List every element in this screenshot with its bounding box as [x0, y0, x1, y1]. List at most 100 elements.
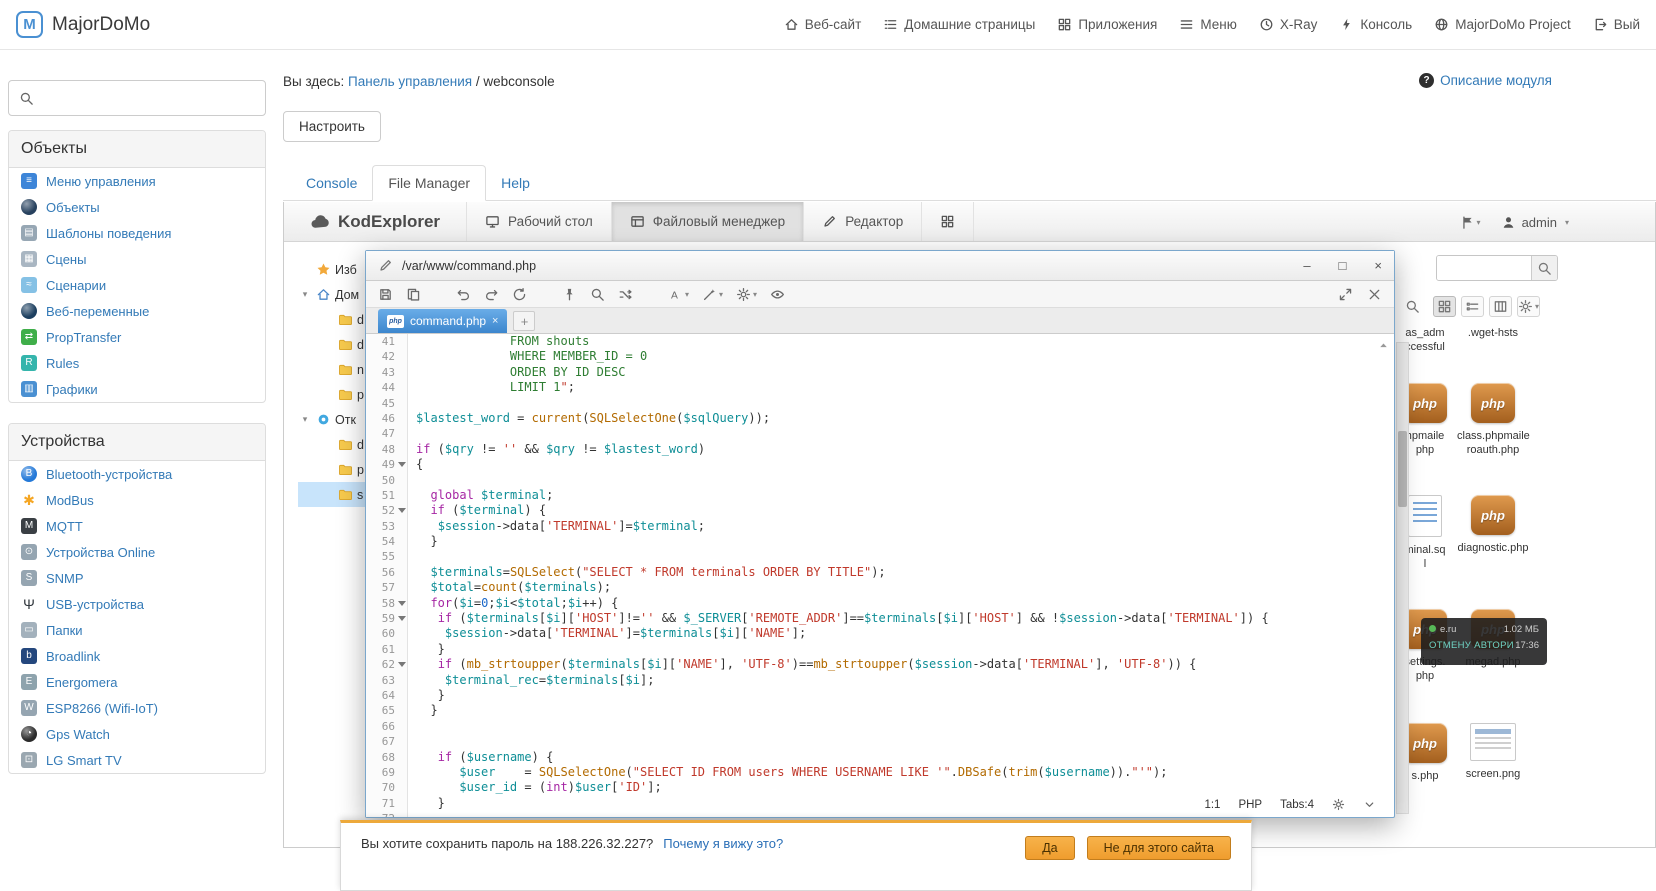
- redo-button[interactable]: [484, 287, 499, 302]
- sidebar-item[interactable]: EEnergomera: [9, 669, 265, 695]
- sidebar-item[interactable]: ▦Сцены: [9, 246, 265, 272]
- view-settings-button[interactable]: ▾: [1517, 296, 1540, 317]
- language-mode[interactable]: PHP: [1238, 799, 1262, 811]
- user-menu-button[interactable]: admin ▾: [1501, 215, 1569, 230]
- sidebar-item[interactable]: ◔Gps Watch: [9, 721, 265, 747]
- columns-view-button[interactable]: [1489, 296, 1512, 317]
- fullscreen-button[interactable]: [1338, 287, 1353, 302]
- sidebar-item-label: Веб-переменные: [46, 304, 149, 319]
- file-search-input[interactable]: [1437, 256, 1531, 280]
- undo-button[interactable]: [456, 287, 471, 302]
- topnav-item[interactable]: Вый: [1593, 17, 1640, 32]
- tab-file-manager[interactable]: File Manager: [372, 165, 486, 201]
- chevron-down-icon[interactable]: [1363, 798, 1376, 811]
- save-icon: [378, 287, 393, 302]
- preview-button[interactable]: [770, 287, 785, 302]
- settings-icon[interactable]: [1332, 798, 1345, 811]
- tab-console[interactable]: Console: [291, 166, 372, 200]
- scroll-up-icon[interactable]: [1377, 339, 1390, 352]
- file-list-scrollbar[interactable]: [1396, 342, 1409, 814]
- file-item[interactable]: .wget-hsts: [1457, 326, 1529, 340]
- sidebar-item[interactable]: ⇄PropTransfer: [9, 324, 265, 350]
- tab-size[interactable]: Tabs:4: [1280, 799, 1314, 811]
- sidebar-item[interactable]: RRules: [9, 350, 265, 376]
- sidebar-item[interactable]: ▭Папки: [9, 617, 265, 643]
- close-tab-icon[interactable]: ×: [492, 315, 498, 327]
- sidebar-item[interactable]: ✱ModBus: [9, 487, 265, 513]
- sidebar-item[interactable]: BBluetooth-устройства: [9, 461, 265, 487]
- fold-marker-icon[interactable]: [398, 662, 406, 667]
- topnav-item[interactable]: Веб-сайт: [784, 17, 862, 32]
- toast-action[interactable]: ОТМЕНУ АВТОРИ: [1429, 640, 1514, 651]
- sidebar-search-input[interactable]: [43, 90, 255, 107]
- fold-marker-icon[interactable]: [398, 508, 406, 513]
- file-search-button[interactable]: [1531, 256, 1557, 280]
- zoom-button[interactable]: [1401, 296, 1424, 317]
- topnav-item[interactable]: Консоль: [1339, 17, 1412, 32]
- fold-marker-icon[interactable]: [398, 601, 406, 606]
- sidebar-item[interactable]: ▤Шаблоны поведения: [9, 220, 265, 246]
- download-toast[interactable]: e.ru 1.02 МБ ОТМЕНУ АВТОРИ 17:36: [1421, 618, 1547, 665]
- file-search[interactable]: [1436, 255, 1558, 281]
- sidebar-item[interactable]: ≈Сценарии: [9, 272, 265, 298]
- not-for-this-site-button[interactable]: Не для этого сайта: [1087, 836, 1231, 860]
- search-button[interactable]: [590, 287, 605, 302]
- close-button[interactable]: ×: [1374, 259, 1382, 272]
- brand[interactable]: M MajorDoMo: [16, 11, 150, 38]
- sidebar-item[interactable]: bBroadlink: [9, 643, 265, 669]
- breadcrumb-link[interactable]: Панель управления: [348, 74, 472, 89]
- topnav-item[interactable]: X-Ray: [1259, 17, 1318, 32]
- kodexplorer-brand[interactable]: KodExplorer: [284, 202, 466, 241]
- sidebar-item[interactable]: SSNMP: [9, 565, 265, 591]
- settings-button[interactable]: ▾: [736, 287, 757, 302]
- sidebar-item[interactable]: Веб-переменные: [9, 298, 265, 324]
- code-area[interactable]: 4142434445464748495051525354555657585960…: [366, 334, 1394, 817]
- close-button[interactable]: [1367, 287, 1382, 302]
- topnav-item[interactable]: Меню: [1179, 17, 1237, 32]
- sidebar-item[interactable]: ≡Меню управления: [9, 168, 265, 194]
- refresh-button[interactable]: [512, 287, 527, 302]
- sidebar-item[interactable]: ▥Графики: [9, 376, 265, 402]
- pin-button[interactable]: [562, 287, 577, 302]
- file-item[interactable]: phpdiagnostic.php: [1457, 495, 1529, 555]
- sidebar-search[interactable]: [8, 80, 266, 116]
- language-flag-button[interactable]: ▾: [1460, 215, 1481, 230]
- save-password-yes-button[interactable]: Да: [1025, 836, 1074, 860]
- topnav-item[interactable]: Приложения: [1057, 17, 1157, 32]
- module-description-link[interactable]: ? Описание модуля: [1419, 73, 1552, 88]
- kod-menu-item[interactable]: Файловый менеджер: [611, 202, 803, 241]
- font-button[interactable]: A▾: [668, 287, 689, 302]
- list-view-button[interactable]: [1461, 296, 1484, 317]
- file-item[interactable]: screen.png: [1457, 723, 1529, 781]
- file-item[interactable]: phpclass.phpmaileroauth.php: [1457, 383, 1529, 457]
- save-button[interactable]: [378, 287, 393, 302]
- replace-button[interactable]: [618, 287, 633, 302]
- fold-marker-icon[interactable]: [398, 462, 406, 467]
- grid-view-button[interactable]: [1433, 296, 1456, 317]
- sidebar-item[interactable]: WESP8266 (Wifi-IoT): [9, 695, 265, 721]
- gutter-line: 71: [366, 796, 407, 811]
- editor-tab-command-php[interactable]: php command.php ×: [378, 309, 507, 333]
- new-tab-button[interactable]: +: [513, 311, 535, 331]
- sidebar-item[interactable]: ⊙Устройства Online: [9, 539, 265, 565]
- scrollbar-thumb[interactable]: [1398, 431, 1407, 507]
- editor-titlebar[interactable]: /var/www/command.php –□×: [366, 251, 1394, 281]
- apps-grid-button[interactable]: [921, 202, 974, 241]
- code-lines[interactable]: FROM shouts WHERE MEMBER_ID = 0 ORDER BY…: [408, 334, 1394, 817]
- why-am-i-seeing-this-link[interactable]: Почему я вижу это?: [663, 836, 783, 851]
- magic-button[interactable]: ▾: [702, 287, 723, 302]
- kod-menu-item[interactable]: Рабочий стол: [466, 202, 611, 241]
- maximize-button[interactable]: □: [1339, 259, 1347, 272]
- paste-button[interactable]: [406, 287, 421, 302]
- minimize-button[interactable]: –: [1303, 259, 1310, 272]
- sidebar-item[interactable]: Объекты: [9, 194, 265, 220]
- sidebar-item[interactable]: MMQTT: [9, 513, 265, 539]
- topnav-item[interactable]: MajorDoMo Project: [1434, 17, 1571, 32]
- sidebar-item[interactable]: ΨUSB-устройства: [9, 591, 265, 617]
- topnav-item[interactable]: Домашние страницы: [883, 17, 1035, 32]
- kod-menu-item[interactable]: Редактор: [803, 202, 921, 241]
- tab-help[interactable]: Help: [486, 166, 545, 200]
- fold-marker-icon[interactable]: [398, 616, 406, 621]
- sidebar-item[interactable]: ⊡LG Smart TV: [9, 747, 265, 773]
- configure-button[interactable]: Настроить: [283, 111, 381, 142]
